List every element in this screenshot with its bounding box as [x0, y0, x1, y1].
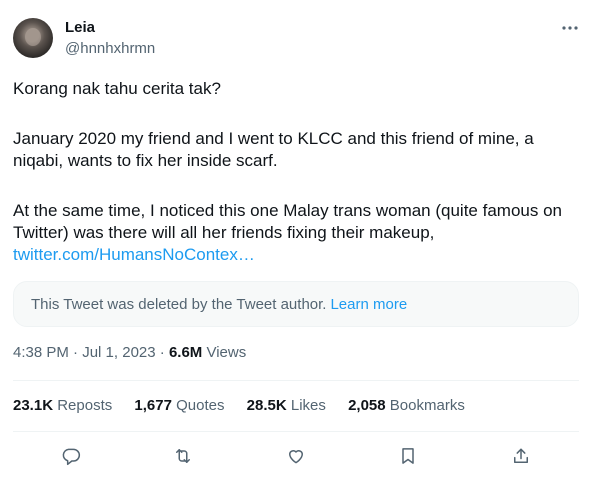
- learn-more-link[interactable]: Learn more: [330, 296, 407, 313]
- deleted-quote-text: This Tweet was deleted by the Tweet auth…: [31, 295, 327, 313]
- likes-label: Likes: [290, 397, 326, 414]
- bookmarks-count: 2,058: [348, 397, 386, 414]
- quotes-label: Quotes: [176, 397, 225, 414]
- tweet-time[interactable]: 4:38 PM: [13, 344, 69, 361]
- reply-icon[interactable]: [58, 443, 84, 469]
- bookmarks-label: Bookmarks: [389, 397, 465, 414]
- tweet-paragraph-2: January 2020 my friend and I went to KLC…: [13, 128, 581, 172]
- share-icon[interactable]: [508, 443, 534, 469]
- like-icon[interactable]: [283, 443, 309, 469]
- bookmarks-stat[interactable]: 2,058 Bookmarks: [348, 397, 465, 414]
- tweet-link[interactable]: twitter.com/HumansNoContex…: [13, 245, 255, 264]
- tweet-date[interactable]: Jul 1, 2023: [82, 344, 155, 361]
- reposts-label: Reposts: [57, 397, 113, 414]
- quotes-count: 1,677: [134, 397, 172, 414]
- likes-count: 28.5K: [246, 397, 287, 414]
- divider: [13, 380, 579, 381]
- reposts-stat[interactable]: 23.1K Reposts: [13, 397, 112, 414]
- tweet-paragraph-2-line-1: January 2020 my friend and I went to KLC…: [13, 129, 534, 148]
- more-horizontal-icon[interactable]: [560, 18, 580, 38]
- divider: [13, 431, 579, 432]
- author-name[interactable]: Leia: [65, 19, 95, 37]
- quotes-stat[interactable]: 1,677 Quotes: [134, 397, 224, 414]
- tweet-paragraph-2-line-2: niqabi, wants to fix her inside scarf.: [13, 151, 278, 170]
- avatar[interactable]: [13, 18, 53, 58]
- author-handle[interactable]: @hnnhxhrmn: [65, 40, 155, 58]
- meta-separator: ·: [159, 344, 165, 361]
- reposts-count: 23.1K: [13, 397, 54, 414]
- tweet-paragraph-3-line-2: Twitter) was there will all her friends …: [13, 223, 435, 242]
- bookmark-icon[interactable]: [395, 443, 421, 469]
- tweet-paragraph-3: At the same time, I noticed this one Mal…: [13, 200, 581, 266]
- meta-separator: ·: [73, 344, 79, 361]
- likes-stat[interactable]: 28.5K Likes: [247, 397, 326, 414]
- deleted-quote-box: This Tweet was deleted by the Tweet auth…: [13, 281, 579, 327]
- views-count: 6.6M: [168, 344, 203, 361]
- tweet-meta: 4:38 PM · Jul 1, 2023 · 6.6M Views: [13, 344, 246, 362]
- repost-icon[interactable]: [170, 443, 196, 469]
- engagement-stats: 23.1K Reposts 1,677 Quotes 28.5K Likes 2…: [13, 397, 483, 415]
- tweet-paragraph-3-line-1: At the same time, I noticed this one Mal…: [13, 201, 562, 220]
- action-bar: [0, 443, 590, 469]
- views-label: Views: [206, 344, 247, 361]
- tweet-paragraph-1: Korang nak tahu cerita tak?: [13, 79, 221, 98]
